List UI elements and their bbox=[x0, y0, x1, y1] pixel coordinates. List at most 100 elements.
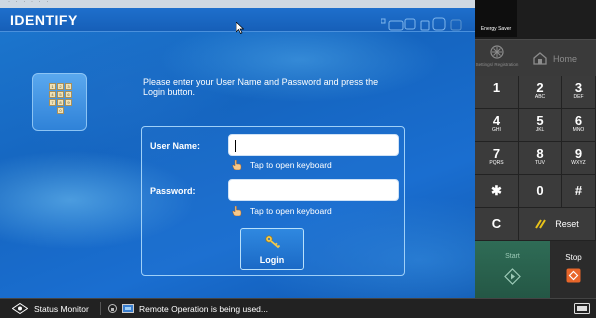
login-panel: User Name: Tap to open keyboard Password… bbox=[141, 126, 405, 276]
reset-icon bbox=[535, 219, 547, 229]
key-3[interactable]: 3 DEF bbox=[562, 76, 596, 109]
counter-check-icon[interactable] bbox=[574, 303, 590, 314]
status-divider bbox=[100, 302, 101, 315]
start-button[interactable]: Start bbox=[475, 241, 550, 298]
key-icon bbox=[265, 235, 281, 249]
moon-icon bbox=[492, 5, 498, 17]
keypad-illustration-key: 1 bbox=[49, 83, 56, 90]
key-digit: # bbox=[574, 183, 583, 198]
remote-operation-status: Remote Operation is being used... bbox=[108, 303, 268, 314]
key-letters: PQRS bbox=[489, 160, 504, 166]
key-8[interactable]: 8 TUV bbox=[519, 142, 562, 175]
key-letters: WXYZ bbox=[571, 160, 586, 166]
password-label: Password: bbox=[150, 186, 196, 196]
status-monitor-button[interactable]: Status Monitor bbox=[12, 303, 89, 314]
password-field[interactable] bbox=[228, 179, 399, 201]
home-icon bbox=[533, 52, 547, 65]
page-title: IDENTIFY bbox=[10, 12, 78, 28]
username-keyboard-hint[interactable]: Tap to open keyboard bbox=[232, 160, 332, 170]
remote-display-icon bbox=[122, 303, 134, 313]
key-letters: MNO bbox=[572, 127, 585, 133]
key-digit: 5 bbox=[536, 113, 544, 128]
control-panel: Energy Saver Settings/ Registration Home… bbox=[475, 0, 596, 298]
key-digit: ✱ bbox=[491, 183, 502, 198]
text-caret bbox=[235, 140, 236, 152]
key-digit: 8 bbox=[536, 146, 544, 161]
lock-icon bbox=[108, 304, 117, 313]
status-monitor-label: Status Monitor bbox=[34, 303, 89, 314]
key-4[interactable]: 4 GHI bbox=[475, 109, 519, 142]
keypad-illustration-key: 5 bbox=[57, 91, 64, 98]
stop-button[interactable]: Stop bbox=[551, 241, 596, 298]
keypad-illustration-key: 2 bbox=[57, 83, 64, 90]
keypad-illustration-key: 8 bbox=[57, 99, 64, 106]
keypad-illustration-key: 7 bbox=[49, 99, 56, 106]
energy-saver-button[interactable]: Energy Saver bbox=[475, 0, 517, 37]
pointing-hand-icon bbox=[232, 206, 242, 216]
keypad-illustration-key: 6 bbox=[65, 91, 72, 98]
key-1[interactable]: 1 bbox=[475, 76, 519, 109]
tap-keyboard-text: Tap to open keyboard bbox=[250, 206, 332, 216]
mouse-pointer-icon bbox=[236, 22, 244, 34]
username-label: User Name: bbox=[150, 141, 201, 151]
login-button[interactable]: Login bbox=[240, 228, 304, 270]
keypad-illustration-icon: 123 456 7890 bbox=[32, 73, 87, 131]
control-panel-top: Energy Saver bbox=[475, 0, 596, 39]
key-0[interactable]: 0 bbox=[519, 175, 562, 208]
key-digit: 9 bbox=[574, 146, 583, 161]
key-asterisk[interactable]: ✱ bbox=[475, 175, 519, 208]
status-bar: Status Monitor Remote Operation is being… bbox=[0, 298, 596, 318]
reset-label: Reset bbox=[555, 219, 579, 229]
top-strip-text: · · · · · · bbox=[8, 0, 51, 5]
start-label: Start bbox=[505, 253, 520, 260]
key-letters: TUV bbox=[535, 160, 545, 166]
status-monitor-icon bbox=[12, 303, 28, 314]
identify-screen: · · · · · · IDENTIFY 123 456 7890 Please e… bbox=[0, 0, 475, 298]
start-icon bbox=[504, 268, 521, 285]
home-label: Home bbox=[553, 53, 578, 64]
settings-registration-button[interactable]: Settings/ Registration bbox=[475, 40, 519, 77]
keypad-illustration-key: 3 bbox=[65, 83, 72, 90]
home-button[interactable]: Home bbox=[519, 40, 596, 77]
numeric-keypad: 1 2 ABC 3 DEF 4 GHI 5 JKL 6 MNO 7 PQRS 8 TUV 9W… bbox=[475, 76, 596, 241]
key-digit: 2 bbox=[536, 80, 544, 95]
username-field[interactable] bbox=[228, 134, 399, 156]
remote-operation-text: Remote Operation is being used... bbox=[139, 303, 268, 314]
reset-button[interactable]: Reset bbox=[519, 208, 596, 241]
key-2[interactable]: 2 ABC bbox=[519, 76, 562, 109]
tap-keyboard-text: Tap to open keyboard bbox=[250, 160, 332, 170]
key-digit: 0 bbox=[536, 183, 544, 198]
keypad-illustration-key: 0 bbox=[57, 107, 64, 114]
login-instruction: Please enter your User Name and Password… bbox=[143, 77, 379, 97]
title-bar: IDENTIFY bbox=[0, 8, 475, 34]
key-hash[interactable]: # bbox=[562, 175, 596, 208]
pointing-hand-icon bbox=[232, 160, 242, 170]
key-letters: JKL bbox=[535, 127, 545, 133]
key-letters: ABC bbox=[534, 94, 546, 100]
window-layout-icons bbox=[381, 17, 462, 31]
key-letters: DEF bbox=[573, 94, 584, 100]
top-strip: · · · · · · bbox=[0, 0, 475, 8]
keypad-illustration-key: 9 bbox=[65, 99, 72, 106]
stop-label: Stop bbox=[565, 253, 582, 262]
key-6[interactable]: 6 MNO bbox=[562, 109, 596, 142]
key-7[interactable]: 7 PQRS bbox=[475, 142, 519, 175]
energy-saver-label: Energy Saver bbox=[480, 26, 512, 32]
clear-button[interactable]: C bbox=[475, 208, 519, 241]
password-keyboard-hint[interactable]: Tap to open keyboard bbox=[232, 206, 332, 216]
key-9[interactable]: 9 WXYZ bbox=[562, 142, 596, 175]
key-digit: 6 bbox=[574, 113, 583, 128]
key-letters: GHI bbox=[492, 127, 501, 133]
settings-icon bbox=[490, 45, 504, 59]
stop-icon bbox=[566, 268, 581, 283]
key-digit: 1 bbox=[492, 80, 501, 95]
key-digit: 7 bbox=[492, 146, 501, 161]
settings-label: Settings/ Registration bbox=[475, 62, 519, 67]
keypad-illustration-key: 4 bbox=[49, 91, 56, 98]
login-button-label: Login bbox=[259, 255, 285, 265]
key-digit: 4 bbox=[492, 113, 501, 128]
keypad-illustration-grid: 123 456 7890 bbox=[49, 83, 73, 114]
control-panel-row: Settings/ Registration Home bbox=[475, 39, 596, 76]
clear-label: C bbox=[491, 216, 502, 231]
key-5[interactable]: 5 JKL bbox=[519, 109, 562, 142]
